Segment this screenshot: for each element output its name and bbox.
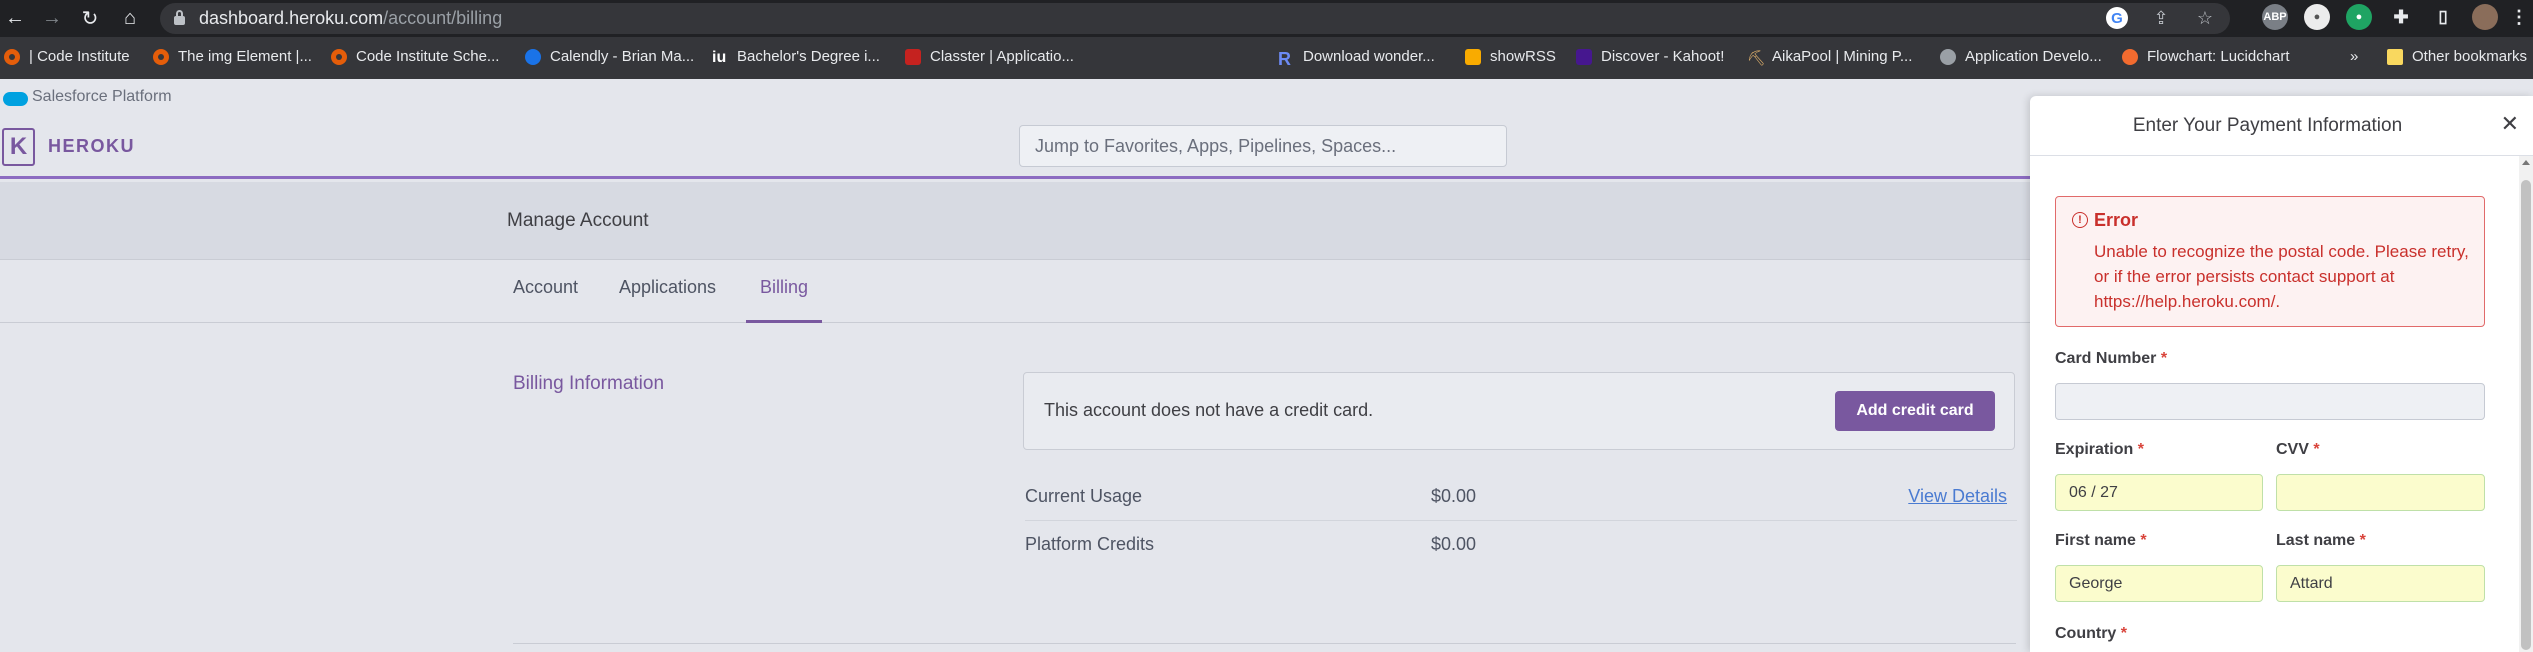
green-extension-icon[interactable]: ● [2346,4,2372,30]
modal-header: Enter Your Payment Information ✕ [2030,96,2533,156]
forward-icon[interactable]: → [37,3,67,33]
tab-account[interactable]: Account [513,277,578,298]
bookmark-item[interactable]: The img Element |... [153,48,312,65]
credit-card-panel: This account does not have a credit card… [1023,372,2015,450]
add-credit-card-button[interactable]: Add credit card [1835,391,1995,431]
cvv-label: CVV * [2276,441,2320,458]
bookmark-item[interactable]: Code Institute Sche... [331,48,499,65]
browser-toolbar: ← → ↻ ⌂ dashboard.heroku.com/account/bil… [0,0,2533,37]
error-title: Error [2094,210,2139,230]
home-icon[interactable]: ⌂ [115,3,145,33]
pickaxe-icon: ⛏ [1747,49,1767,67]
section-divider [513,643,2016,644]
expiration-input[interactable] [2055,474,2263,511]
salesforce-platform-label: Salesforce Platform [32,88,172,105]
first-name-label: First name * [2055,532,2147,549]
bookmarks-bar: | Code Institute The img Element |... Co… [0,37,2533,79]
card-number-input[interactable] [2055,383,2485,420]
bookmark-item[interactable]: Discover - Kahoot! [1576,48,1724,65]
close-icon[interactable]: ✕ [2501,111,2519,137]
cvv-input[interactable] [2276,474,2485,511]
bookmark-item[interactable]: showRSS [1465,48,1556,65]
salesforce-cloud-icon [3,92,28,106]
current-usage-row: Current Usage $0.00 View Details [1025,473,2017,521]
code-institute-icon [153,48,169,65]
other-bookmarks-folder[interactable]: Other bookmarks [2387,48,2527,65]
active-tab-indicator [746,320,822,323]
bookmark-star-icon[interactable]: ☆ [2194,7,2216,29]
bookmark-item[interactable]: Calendly - Brian Ma... [525,48,694,65]
globe-icon [1940,48,1956,65]
url-text: dashboard.heroku.com/account/billing [199,8,503,28]
view-details-link[interactable]: View Details [1908,486,2007,507]
extension-avatar-icon[interactable]: ● [2304,4,2330,30]
iu-icon: iu [712,48,727,66]
bookmark-item[interactable]: Flowchart: Lucidchart [2122,48,2290,65]
error-alert: ! Error Unable to recognize the postal c… [2055,196,2485,327]
scroll-up-arrow-icon[interactable] [2522,160,2530,165]
page-title: Manage Account [507,210,649,231]
error-message: Unable to recognize the postal code. Ple… [2094,242,2469,311]
code-institute-icon [4,48,20,65]
bookmark-item[interactable]: Application Develo... [1940,48,2102,65]
modal-title: Enter Your Payment Information [2132,115,2403,136]
platform-credits-row: Platform Credits $0.00 [1025,521,2017,569]
heroku-brand[interactable]: HEROKU [48,136,135,157]
reload-icon[interactable]: ↻ [75,3,105,33]
puzzle-extensions-icon[interactable]: ✚ [2388,4,2414,30]
payment-modal: Enter Your Payment Information ✕ ! Error… [2030,96,2533,652]
last-name-label: Last name * [2276,532,2366,549]
error-icon: ! [2072,212,2088,228]
first-name-input[interactable] [2055,565,2263,602]
r-icon: R [1278,48,1291,69]
google-lens-icon[interactable]: G [2106,7,2128,29]
current-usage-value: $0.00 [1431,486,1477,506]
kahoot-icon [1576,48,1592,65]
calendly-icon [525,48,541,65]
back-icon[interactable]: ← [0,3,30,33]
heroku-logo-icon[interactable]: K [2,128,35,166]
lucidchart-icon [2122,48,2138,65]
last-name-input[interactable] [2276,565,2485,602]
adblock-icon[interactable]: ABP [2262,4,2288,30]
side-panel-icon[interactable]: ▯ [2430,4,2456,30]
kebab-menu-icon[interactable]: ⋮ [2510,4,2528,30]
platform-credits-label: Platform Credits [1025,534,1155,554]
bookmark-item[interactable]: | Code Institute [4,48,130,65]
bookmark-item[interactable]: Classter | Applicatio... [905,48,1074,65]
bookmark-item[interactable]: iu Bachelor's Degree i... [712,48,880,66]
current-usage-label: Current Usage [1025,486,1143,506]
billing-information-heading: Billing Information [513,373,665,394]
folder-icon [2387,48,2403,65]
no-card-message: This account does not have a credit card… [1044,400,1374,420]
tab-billing[interactable]: Billing [760,277,808,298]
expiration-label: Expiration * [2055,441,2144,458]
bookmark-item[interactable]: ⛏ AikaPool | Mining P... [1747,48,1912,67]
profile-avatar-icon[interactable] [2472,4,2498,30]
lock-icon[interactable] [174,10,185,25]
rss-icon [1465,48,1481,65]
platform-credits-value: $0.00 [1431,534,1477,554]
bookmark-item[interactable]: R Download wonder... [1278,48,1435,69]
scrollbar-thumb[interactable] [2521,180,2531,650]
tab-applications[interactable]: Applications [619,277,716,298]
bookmarks-overflow-button[interactable]: » [2350,48,2358,65]
country-label: Country * [2055,625,2128,642]
search-input[interactable] [1019,125,1507,167]
classter-icon [905,48,921,65]
card-number-label: Card Number * [2055,350,2168,367]
share-icon[interactable]: ⇪ [2150,7,2172,29]
address-bar[interactable]: dashboard.heroku.com/account/billing G ⇪… [160,3,2230,34]
code-institute-icon [331,48,347,65]
